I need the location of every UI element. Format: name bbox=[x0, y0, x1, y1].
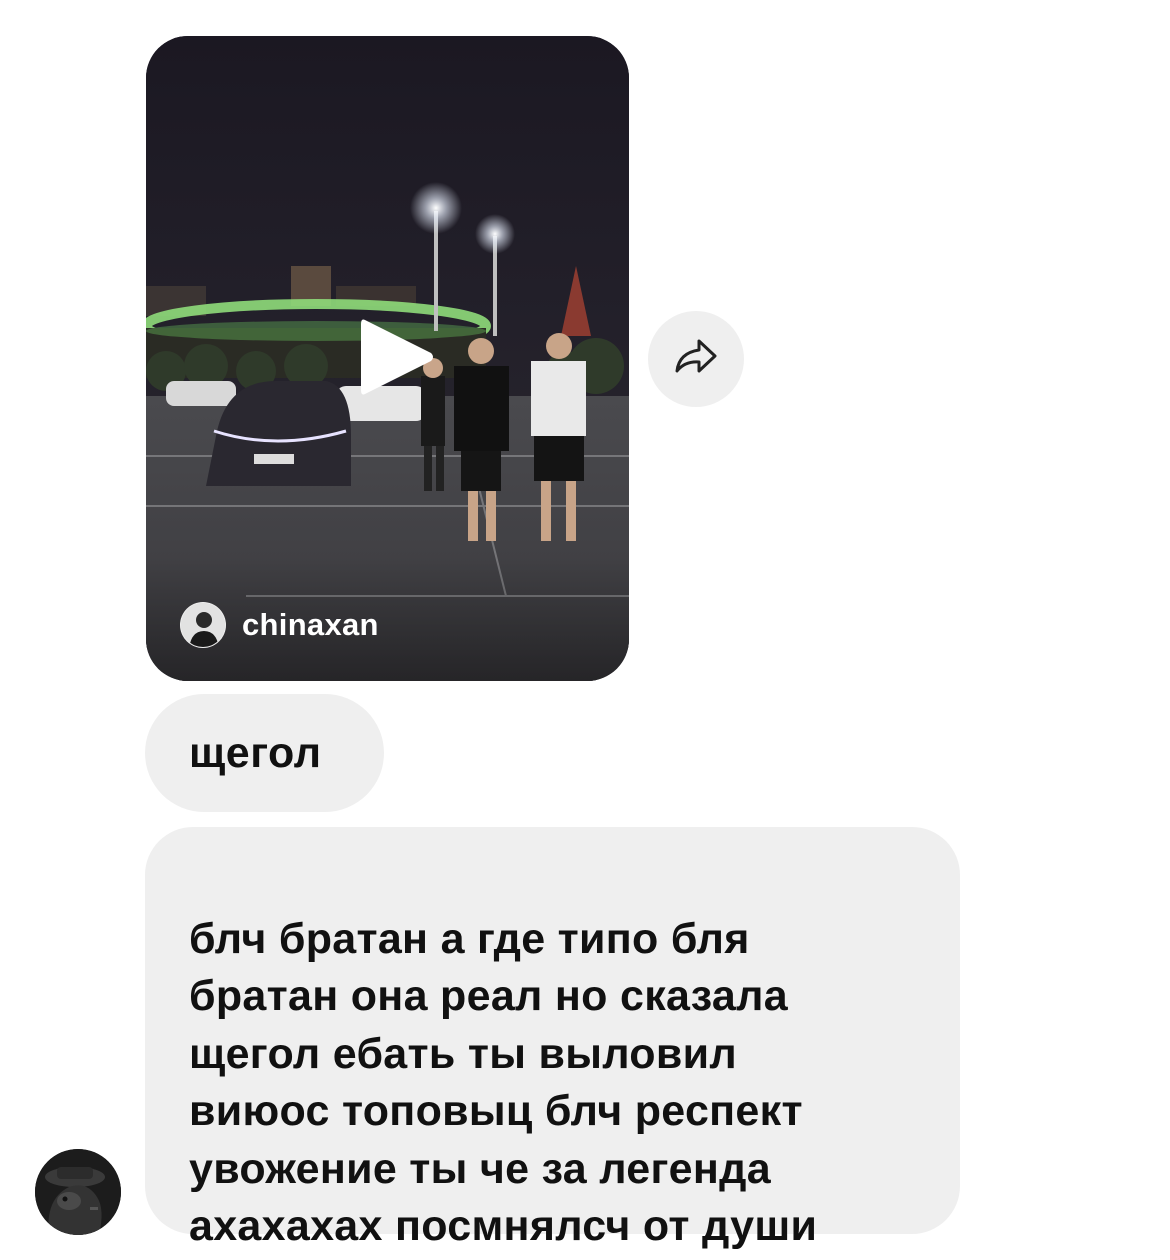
share-arrow-icon bbox=[673, 337, 719, 382]
message-bubble[interactable]: блч братан а где типо бля братан она реа… bbox=[145, 827, 960, 1250]
sender-avatar[interactable] bbox=[35, 1149, 121, 1235]
message-text: блч братан а где типо бля братан она реа… bbox=[189, 914, 818, 1251]
reel-author[interactable]: chinaxan bbox=[180, 602, 379, 648]
author-avatar bbox=[180, 602, 226, 648]
author-username: chinaxan bbox=[242, 607, 379, 642]
shared-reel-card[interactable]: chinaxan bbox=[146, 36, 629, 681]
play-icon[interactable] bbox=[355, 316, 437, 398]
message-bubble[interactable]: щегол bbox=[145, 694, 384, 812]
message-text: щегол bbox=[189, 728, 322, 777]
share-button[interactable] bbox=[648, 311, 744, 407]
